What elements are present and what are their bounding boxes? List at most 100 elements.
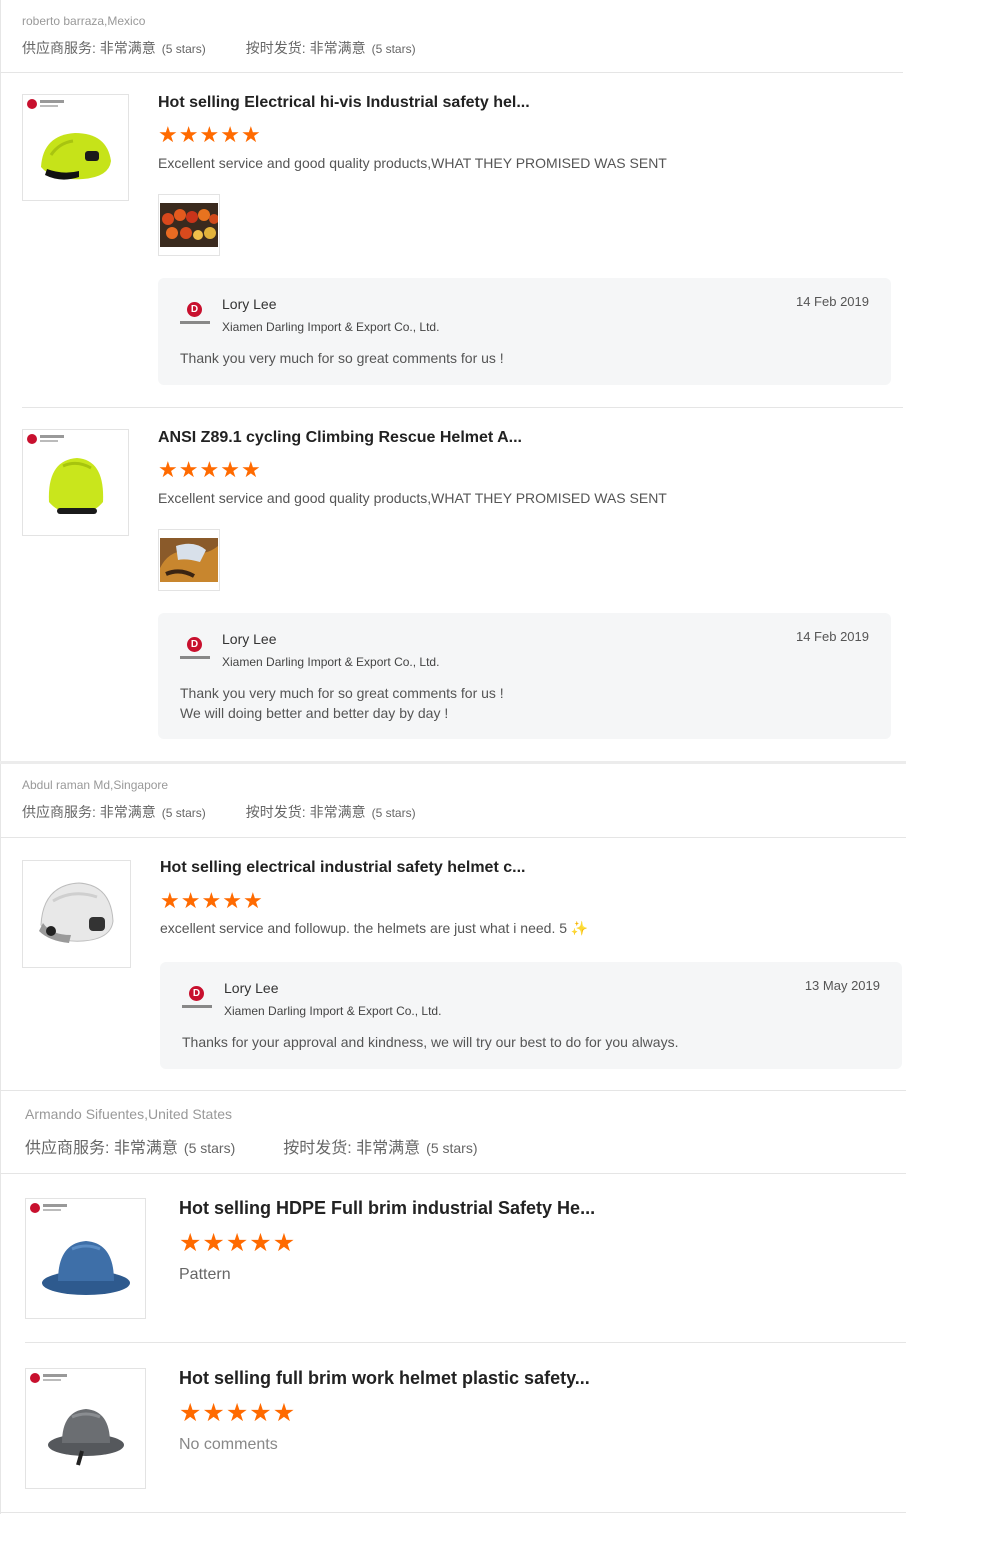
seller-avatar: D [180,984,214,1014]
product-title[interactable]: Hot selling electrical industrial safety… [160,859,525,877]
seller-reply: D Lory Lee Xiamen Darling Import & Expor… [158,278,891,385]
star-icon: ★ [222,888,242,913]
star-icon: ★ [272,1399,296,1427]
review-comment: Excellent service and good quality produ… [158,490,667,506]
seller-reply: D Lory Lee Xiamen Darling Import & Expor… [160,962,902,1069]
divider [0,1173,906,1174]
helmet-icon [39,882,114,943]
on-time-shipping-label: 按时发货: 非常满意 [283,1140,421,1157]
star-icon: ★ [225,1229,249,1257]
review-header: Armando Sifuentes,United States 供应商服务: 非… [25,1106,478,1158]
supplier-service-label: 供应商服务: 非常满意 [22,804,156,820]
seller-company: Xiamen Darling Import & Export Co., Ltd. [222,320,440,334]
star-icon: ★ [158,122,178,147]
seller-name: Lory Lee [222,296,277,312]
star-icon: ★ [202,1399,225,1427]
star-icon: ★ [199,457,220,482]
seller-company: Xiamen Darling Import & Export Co., Ltd. [222,655,440,669]
star-icon: ★ [179,1399,202,1427]
store-ratings: 供应商服务: 非常满意 (5 stars) 按时发货: 非常满意 (5 stars) [22,802,416,822]
reply-date: 14 Feb 2019 [795,294,869,309]
supplier-service-stars: (5 stars) [183,1140,236,1156]
product-thumbnail[interactable] [22,94,129,201]
on-time-shipping-stars: (5 stars) [371,42,416,56]
store-ratings: 供应商服务: 非常满意 (5 stars) 按时发货: 非常满意 (5 stars) [25,1134,478,1158]
rating-stars: ★★★★★ [158,459,262,482]
supplier-service-stars: (5 stars) [161,806,206,820]
star-icon: ★ [249,1399,272,1427]
review-comment: excellent service and followup. the helm… [160,920,589,936]
reviewer-name: Abdul raman Md,Singapore [22,778,169,792]
helmet-icon [41,133,111,180]
on-time-shipping-stars: (5 stars) [371,806,416,820]
star-icon: ★ [180,888,201,913]
star-icon: ★ [240,457,261,482]
star-icon: ★ [199,122,220,147]
product-thumbnail[interactable] [22,429,129,536]
product-title[interactable]: ANSI Z89.1 cycling Climbing Rescue Helme… [158,429,522,447]
seller-avatar: D [178,635,212,665]
divider [0,1090,906,1091]
seller-avatar: D [178,300,212,330]
seller-name: Lory Lee [224,980,279,996]
seller-name: Lory Lee [222,631,277,647]
product-thumbnail[interactable] [22,860,131,968]
star-icon: ★ [220,122,240,147]
review-photo[interactable] [158,194,220,256]
review-header: roberto barraza,Mexico 供应商服务: 非常满意 (5 sta… [22,14,416,58]
supplier-service-label: 供应商服务: 非常满意 [25,1140,178,1157]
product-title[interactable]: Hot selling HDPE Full brim industrial Sa… [179,1198,595,1219]
review-photo[interactable] [158,529,220,591]
star-icon: ★ [178,122,199,147]
reply-text: Thank you very much for so great comment… [180,350,504,366]
reply-text: Thank you very much for so great comment… [180,685,504,721]
review-comment: No comments [179,1436,278,1453]
star-icon: ★ [158,457,178,482]
divider [25,1342,906,1343]
on-time-shipping-stars: (5 stars) [426,1140,478,1156]
reviewer-name: roberto barraza,Mexico [22,14,146,28]
divider [0,837,906,838]
fruit-photo-icon [160,203,218,247]
on-time-shipping-label: 按时发货: 非常满意 [245,804,366,820]
product-thumbnail[interactable] [25,1368,146,1489]
star-icon: ★ [160,888,180,913]
product-title[interactable]: Hot selling Electrical hi-vis Industrial… [158,94,530,112]
reply-date: 14 Feb 2019 [795,629,869,644]
store-ratings: 供应商服务: 非常满意 (5 stars) 按时发货: 非常满意 (5 stars) [22,38,416,58]
star-icon: ★ [201,888,222,913]
star-icon: ★ [240,122,261,147]
review-comment: Pattern [179,1266,231,1283]
rating-stars: ★★★★★ [160,890,264,913]
helmet-icon [48,1409,124,1466]
reviewer-name: Armando Sifuentes,United States [25,1106,233,1122]
divider [22,407,903,408]
star-icon: ★ [178,457,199,482]
star-icon: ★ [272,1229,296,1257]
star-icon: ★ [220,457,240,482]
review-comment: Excellent service and good quality produ… [158,155,667,171]
star-icon: ★ [249,1229,272,1257]
divider [0,1512,906,1513]
sparkle-emoji-icon: ✨ [570,920,589,936]
rating-stars: ★★★★★ [158,124,262,147]
reply-date: 13 May 2019 [804,978,880,993]
helmet-icon [48,458,104,514]
on-time-shipping-label: 按时发货: 非常满意 [245,40,366,56]
review-header: Abdul raman Md,Singapore 供应商服务: 非常满意 (5 s… [22,778,416,822]
divider [0,72,903,73]
star-icon: ★ [242,888,263,913]
star-icon: ★ [202,1229,225,1257]
star-icon: ★ [225,1399,249,1427]
supplier-service-stars: (5 stars) [161,42,206,56]
star-icon: ★ [179,1229,202,1257]
seller-company: Xiamen Darling Import & Export Co., Ltd. [224,1004,442,1018]
rating-stars: ★★★★★ [179,1399,296,1427]
divider [0,761,906,764]
helmet-icon [42,1241,130,1295]
rating-stars: ★★★★★ [179,1229,296,1257]
product-title[interactable]: Hot selling full brim work helmet plasti… [179,1368,590,1389]
reply-text: Thanks for your approval and kindness, w… [182,1034,679,1050]
supplier-service-label: 供应商服务: 非常满意 [22,40,156,56]
product-thumbnail[interactable] [25,1198,146,1319]
